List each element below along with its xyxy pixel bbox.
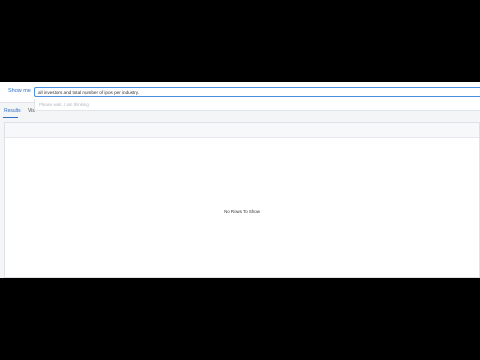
results-grid: No Rows To Show	[4, 122, 480, 278]
active-tab-indicator	[3, 117, 18, 118]
suggestion-dropdown: Please wait, I am thinking	[34, 99, 480, 111]
tab-results[interactable]: Results	[4, 108, 21, 114]
empty-grid-message: No Rows To Show	[224, 209, 260, 214]
show-me-label[interactable]: Show me	[8, 88, 31, 94]
query-input[interactable]	[34, 87, 480, 97]
grid-header	[5, 123, 479, 138]
loading-suggestion-text: Please wait, I am thinking	[39, 102, 89, 107]
app-screen: Show me Please wait, I am thinking Resul…	[0, 82, 480, 278]
